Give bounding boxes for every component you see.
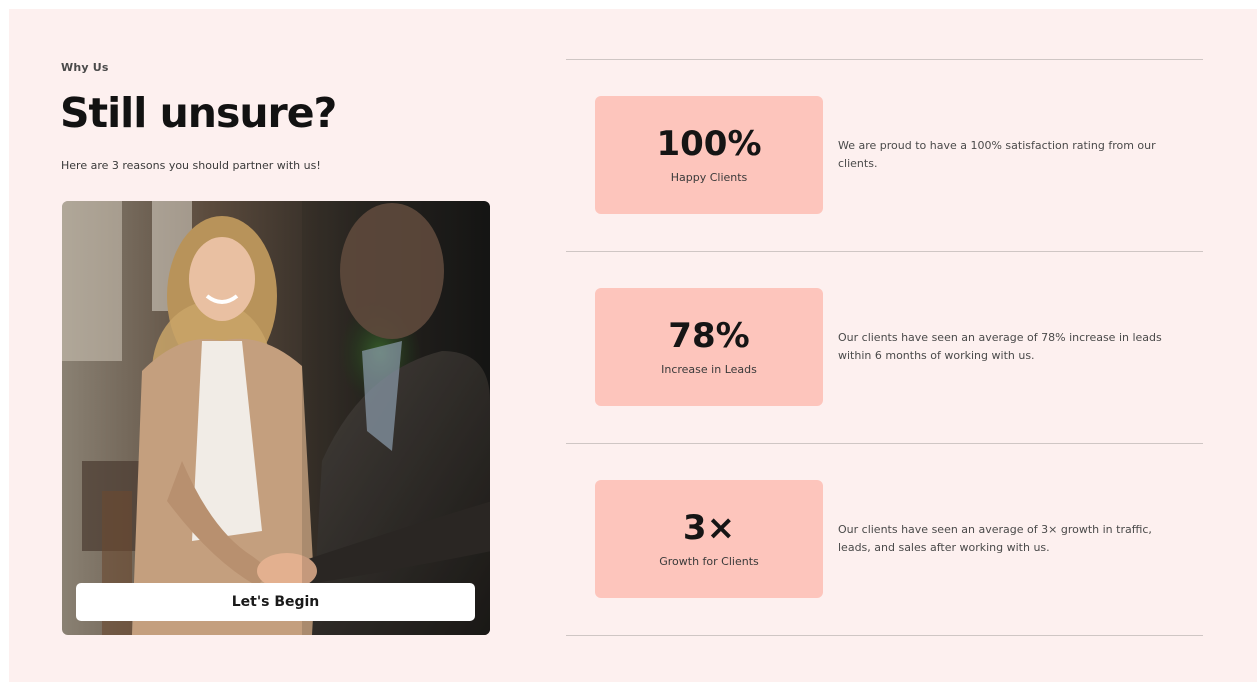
stat-value: 3×: [682, 508, 736, 548]
stat-card: 100% Happy Clients: [595, 96, 823, 214]
stat-row: 3× Growth for Clients Our clients have s…: [566, 444, 1203, 635]
stat-card: 78% Increase in Leads: [595, 288, 823, 406]
stat-label: Happy Clients: [670, 171, 748, 184]
stat-label: Growth for Clients: [659, 555, 759, 568]
stat-value: 78%: [668, 316, 750, 356]
stat-value: 100%: [656, 124, 762, 164]
stat-card: 3× Growth for Clients: [595, 480, 823, 598]
lets-begin-button[interactable]: Let's Begin: [76, 583, 475, 621]
divider: [566, 635, 1203, 636]
stat-description: We are proud to have a 100% satisfaction…: [838, 139, 1156, 170]
handshake-photo: Let's Begin: [62, 201, 490, 635]
section-subtitle: Here are 3 reasons you should partner wi…: [61, 159, 321, 172]
stat-description: Our clients have seen an average of 78% …: [838, 331, 1162, 362]
stats-list: 100% Happy Clients We are proud to have …: [566, 59, 1203, 636]
stat-row: 78% Increase in Leads Our clients have s…: [566, 252, 1203, 443]
stat-row: 100% Happy Clients We are proud to have …: [566, 60, 1203, 251]
why-us-section: Why Us Still unsure? Here are 3 reasons …: [9, 9, 1257, 682]
eyebrow-label: Why Us: [61, 61, 109, 74]
section-title: Still unsure?: [60, 89, 337, 137]
stat-label: Increase in Leads: [661, 363, 757, 376]
stat-description: Our clients have seen an average of 3× g…: [838, 523, 1152, 554]
